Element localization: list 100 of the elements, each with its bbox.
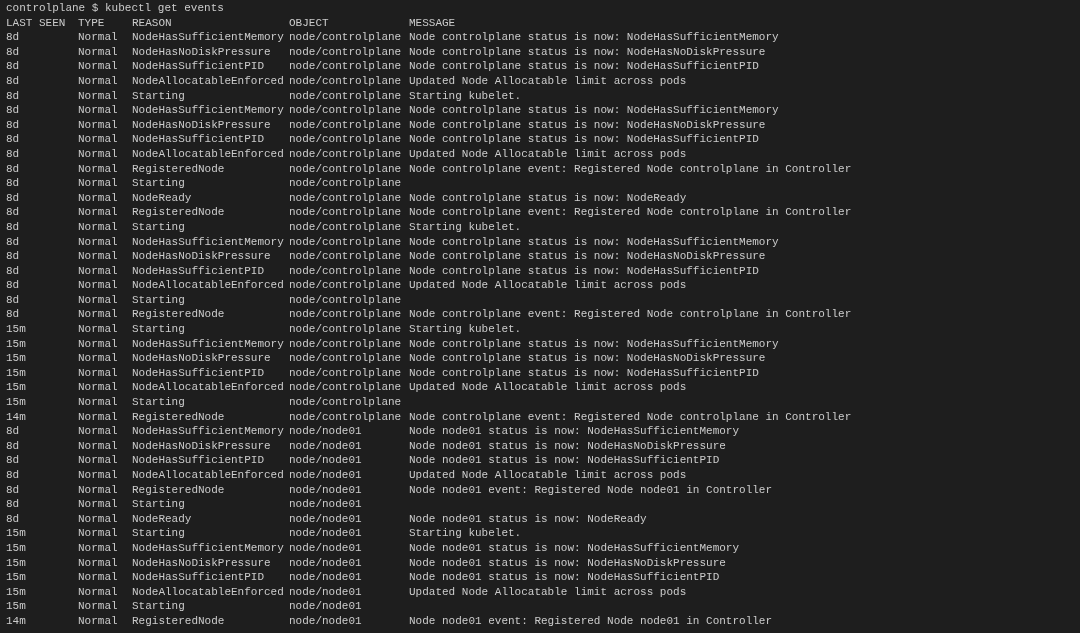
table-cell: RegisteredNode [132,307,225,323]
table-cell: Starting kubelet. [409,526,522,541]
table-cell: node/controlplane [289,103,402,118]
table-cell: 15m [6,599,26,614]
table-cell: node/node01 [289,424,362,439]
table-cell: Starting [132,395,185,410]
table-cell: 15m [6,365,26,381]
table-cell: Starting [132,322,185,337]
table-cell: node/controlplane [289,59,402,74]
table-cell: 8d [6,511,20,527]
table-cell: Updated Node Allocatable limit across pods [409,278,687,293]
table-cell: NodeHasSufficientPID [132,453,265,468]
table-cell: node/node01 [289,540,362,556]
table-cell: Node controlplane status is now: NodeHasSufficientPID [409,132,759,147]
table-cell: NodeHasNoDiskPressure [132,555,271,571]
table-cell: Normal [78,540,118,556]
table-cell: NodeHasSufficientMemory [132,30,284,45]
table-cell: 8d [6,103,20,118]
table-cell: 8d [6,438,20,454]
table-cell: NodeHasSufficientPID [132,365,265,381]
table-cell: Node controlplane status is now: NodeHasNoDiskPressure [409,351,766,366]
table-cell: Node controlplane event: Registered Node controlplane in Controller [409,307,852,323]
table-cell: Node controlplane status is now: NodeHasSufficientPID [409,365,759,381]
table-cell: NodeReady [132,511,192,527]
table-cell: Normal [78,59,118,74]
table-cell: 15m [6,584,26,600]
table-cell: NodeHasNoDiskPressure [132,438,271,454]
table-cell: NodeHasNoDiskPressure [132,351,271,366]
table-cell: NodeHasNoDiskPressure [132,44,271,60]
table-cell: Normal [78,336,118,352]
table-cell: NodeAllocatableEnforced [132,380,284,396]
table-cell: RegisteredNode [132,161,225,177]
table-cell: node/node01 [289,453,362,468]
table-cell: Normal [78,88,118,104]
table-cell: 8d [6,307,20,323]
table-cell: 8d [6,73,20,89]
table-cell: Updated Node Allocatable limit across pods [409,584,687,600]
table-cell: Normal [78,584,118,600]
table-cell: node/controlplane [289,44,402,60]
table-cell: 8d [6,30,20,45]
table-cell: Normal [78,161,118,177]
table-cell: 15m [6,351,26,366]
table-cell: Normal [78,132,118,147]
column-header: LAST SEEN [6,15,66,31]
table-cell: Normal [78,292,118,308]
table-cell: Normal [78,176,118,191]
table-cell: NodeHasNoDiskPressure [132,117,271,133]
table-cell: Node controlplane status is now: NodeHasNoDiskPressure [409,249,766,264]
table-cell: 15m [6,395,26,410]
table-cell: Normal [78,351,118,366]
table-cell: Node controlplane status is now: NodeHasNoDiskPressure [409,117,766,133]
table-cell: Node node01 status is now: NodeHasNoDiskPressure [409,555,726,571]
table-cell: Normal [78,497,118,512]
table-cell: Node node01 event: Registered Node node01 in Controller [409,482,773,498]
table-cell: RegisteredNode [132,409,225,425]
table-cell: 8d [6,292,20,308]
table-cell: node/node01 [289,526,362,541]
table-cell: NodeHasNoDiskPressure [132,249,271,264]
table-cell: node/controlplane [289,395,402,410]
table-cell: node/controlplane [289,380,402,396]
table-cell: Starting kubelet. [409,322,522,337]
table-cell: NodeReady [132,190,192,206]
table-cell: Normal [78,526,118,541]
table-cell: Normal [78,30,118,45]
table-cell: 8d [6,424,20,439]
column-header: MESSAGE [409,15,456,31]
table-cell: node/node01 [289,555,362,571]
table-cell: 15m [6,555,26,571]
table-cell: NodeHasSufficientPID [132,263,265,279]
table-cell: 8d [6,497,20,512]
table-cell: Normal [78,307,118,323]
table-cell: Node node01 status is now: NodeHasSufficientPID [409,453,720,468]
table-cell: 8d [6,190,20,206]
table-cell: 15m [6,540,26,556]
table-cell: 8d [6,146,20,162]
table-cell: 15m [6,322,26,337]
table-cell: 15m [6,336,26,352]
table-cell: NodeAllocatableEnforced [132,468,284,483]
table-cell: 8d [6,263,20,279]
table-cell: Normal [78,613,118,629]
table-cell: Normal [78,234,118,250]
table-cell: 8d [6,234,20,250]
table-cell: 15m [6,526,26,541]
table-cell: NodeHasSufficientMemory [132,336,284,352]
table-cell: node/controlplane [289,146,402,162]
table-cell: Node controlplane event: Registered Node controlplane in Controller [409,161,852,177]
table-cell: node/controlplane [289,292,402,308]
table-cell: NodeHasSufficientPID [132,570,265,585]
table-cell: Node controlplane event: Registered Node controlplane in Controller [409,409,852,425]
table-cell: Normal [78,278,118,293]
table-cell: Normal [78,103,118,118]
table-cell: node/controlplane [289,132,402,147]
table-cell: Normal [78,511,118,527]
table-cell: node/node01 [289,613,362,629]
table-cell: 14m [6,613,26,629]
table-cell: Updated Node Allocatable limit across pods [409,73,687,89]
table-cell: 8d [6,44,20,60]
table-cell: Node controlplane status is now: NodeHasSufficientMemory [409,336,779,352]
column-header: OBJECT [289,15,329,31]
table-cell: NodeAllocatableEnforced [132,73,284,89]
